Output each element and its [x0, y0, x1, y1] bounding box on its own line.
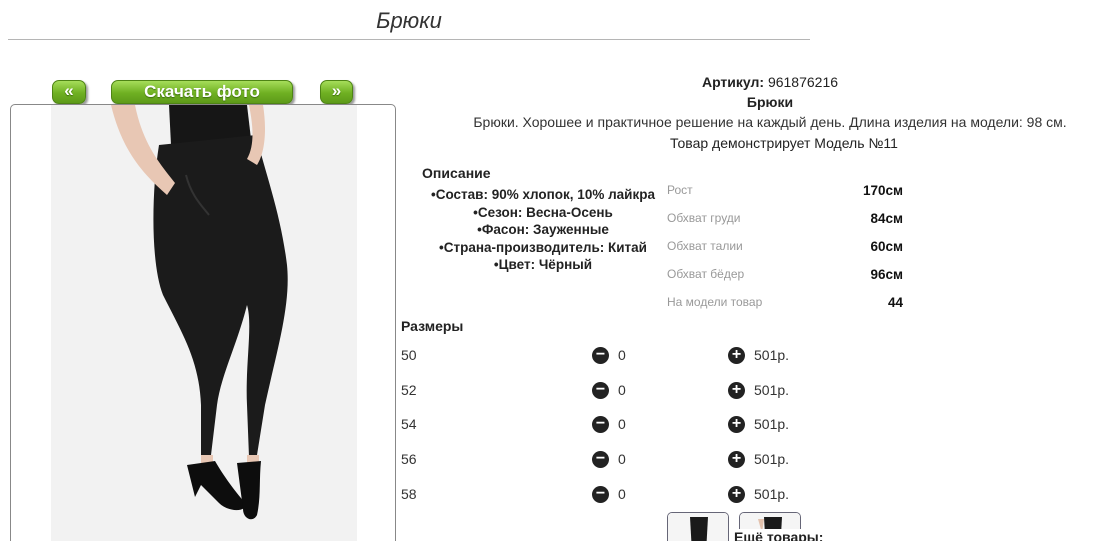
- download-photo-button[interactable]: Скачать фото: [111, 80, 293, 104]
- spec-row: Обхват бёдер 96см: [667, 260, 903, 288]
- minus-circle-icon[interactable]: −: [592, 347, 609, 364]
- plus-circle-icon[interactable]: +: [728, 486, 745, 503]
- price-value: 501р.: [754, 486, 790, 502]
- price-value: 501р.: [754, 451, 790, 467]
- thumb-image: [668, 513, 728, 541]
- spec-label: Обхват груди: [667, 211, 741, 225]
- quantity-value: 0: [618, 486, 626, 502]
- quantity-value: 0: [618, 382, 626, 398]
- quantity-value: 0: [618, 347, 626, 363]
- article-value: 961876216: [767, 74, 839, 90]
- size-label: 50: [401, 347, 417, 363]
- spec-value: 44: [887, 294, 903, 310]
- related-product-thumb[interactable]: [667, 512, 729, 541]
- minus-circle-icon[interactable]: −: [592, 451, 609, 468]
- spec-value: 60см: [870, 238, 903, 254]
- size-row: 50 − 0 + 501р.: [401, 346, 821, 366]
- size-label: 54: [401, 416, 417, 432]
- article-line: Артикул: 961876216: [620, 74, 920, 90]
- plus-circle-icon[interactable]: +: [728, 451, 745, 468]
- sizes-heading: Размеры: [401, 318, 464, 334]
- details-heading: Описание: [422, 165, 491, 181]
- size-row: 54 − 0 + 501р.: [401, 415, 821, 435]
- model-note: Товар демонстрирует Модель №11: [670, 135, 898, 151]
- spec-label: Обхват талии: [667, 239, 743, 253]
- more-products-label: Ещё товары:: [733, 529, 825, 541]
- spec-value: 170см: [862, 182, 903, 198]
- next-photo-button[interactable]: »: [320, 80, 353, 104]
- product-description: Брюки. Хорошее и практичное решение на к…: [473, 114, 1067, 130]
- details-item: Состав: 90% хлопок, 10% лайкра: [420, 186, 666, 204]
- details-item: Страна-производитель: Китай: [420, 239, 666, 257]
- spec-label: На модели товар: [667, 295, 763, 309]
- details-list: Состав: 90% хлопок, 10% лайкра Сезон: Ве…: [420, 186, 666, 274]
- product-photo[interactable]: [10, 104, 396, 541]
- size-label: 58: [401, 486, 417, 502]
- size-label: 52: [401, 382, 417, 398]
- details-item: Цвет: Чёрный: [420, 256, 666, 274]
- price-value: 501р.: [754, 382, 790, 398]
- size-row: 56 − 0 + 501р.: [401, 450, 821, 470]
- size-row: 52 − 0 + 501р.: [401, 381, 821, 401]
- spec-row: На модели товар 44: [667, 288, 903, 316]
- minus-circle-icon[interactable]: −: [592, 486, 609, 503]
- quantity-value: 0: [618, 451, 626, 467]
- minus-circle-icon[interactable]: −: [592, 416, 609, 433]
- spec-label: Обхват бёдер: [667, 267, 745, 281]
- minus-circle-icon[interactable]: −: [592, 382, 609, 399]
- spec-value: 96см: [870, 266, 903, 282]
- price-value: 501р.: [754, 347, 790, 363]
- spec-label: Рост: [667, 183, 693, 197]
- spec-row: Обхват талии 60см: [667, 232, 903, 260]
- spec-row: Рост 170см: [667, 176, 903, 204]
- quantity-value: 0: [618, 416, 626, 432]
- spec-row: Обхват груди 84см: [667, 204, 903, 232]
- prev-photo-button[interactable]: «: [52, 80, 86, 104]
- price-value: 501р.: [754, 416, 790, 432]
- size-label: 56: [401, 451, 417, 467]
- trousers-photo: [51, 105, 357, 541]
- plus-circle-icon[interactable]: +: [728, 416, 745, 433]
- model-specs: Рост 170см Обхват груди 84см Обхват тали…: [667, 176, 903, 316]
- article-label: Артикул:: [701, 74, 765, 90]
- details-item: Сезон: Весна-Осень: [420, 204, 666, 222]
- page-title: Брюки: [8, 8, 810, 40]
- plus-circle-icon[interactable]: +: [728, 382, 745, 399]
- product-name: Брюки: [746, 94, 794, 110]
- size-row: 58 − 0 + 501р.: [401, 485, 821, 505]
- spec-value: 84см: [870, 210, 903, 226]
- plus-circle-icon[interactable]: +: [728, 347, 745, 364]
- details-item: Фасон: Зауженные: [420, 221, 666, 239]
